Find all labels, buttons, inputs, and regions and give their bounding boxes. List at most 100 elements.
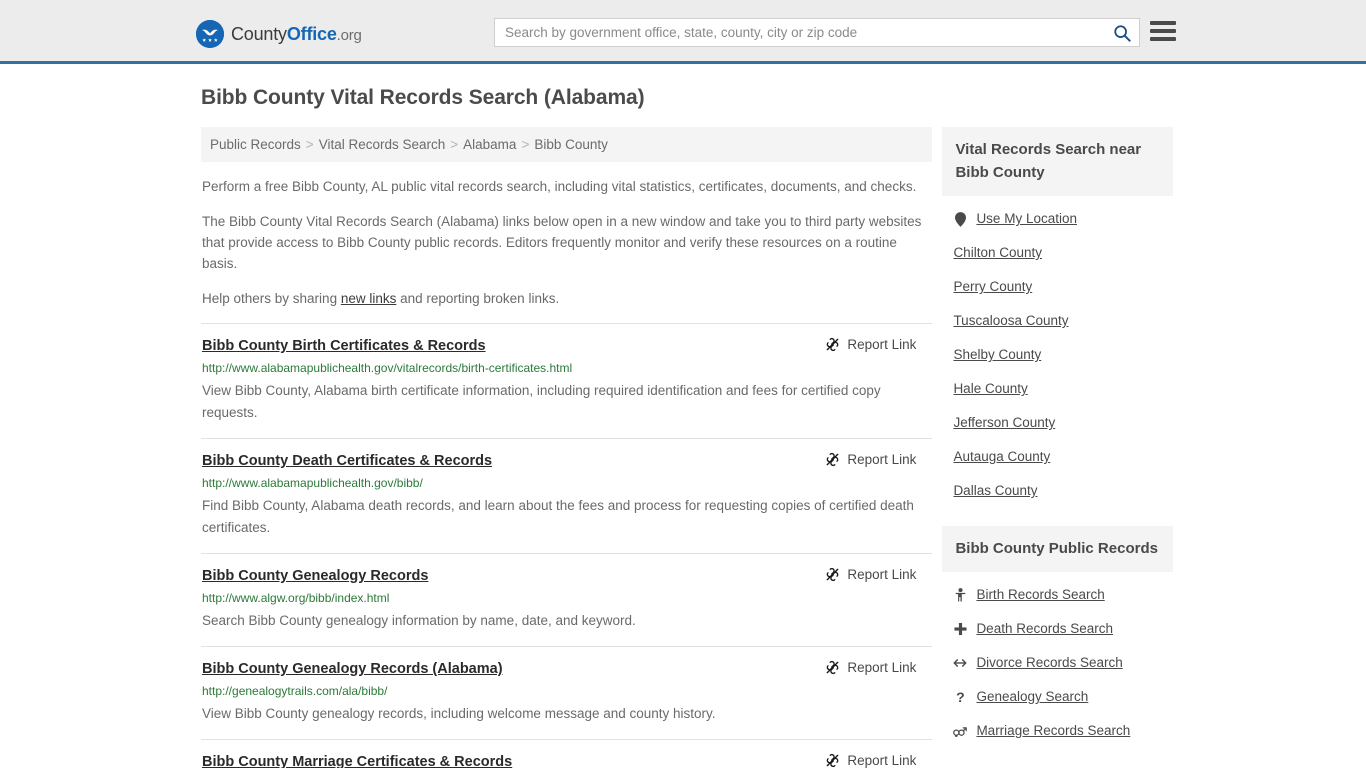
sidebar-link-label[interactable]: Autauga County <box>953 449 1050 465</box>
page-title: Bibb County Vital Records Search (Alabam… <box>201 86 645 109</box>
sidebar-link-label[interactable]: Perry County <box>953 279 1032 295</box>
intro-paragraph-3: Help others by sharing new links and rep… <box>201 288 932 309</box>
intro-text: Perform a free Bibb County, AL public vi… <box>201 176 932 309</box>
sidebar-link-label[interactable]: Birth Records Search <box>976 587 1104 603</box>
site-logo[interactable]: CountyOffice.org <box>196 20 362 48</box>
breadcrumb-item-alabama[interactable]: Alabama <box>463 137 516 152</box>
breadcrumb-separator: > <box>450 137 459 152</box>
sidebar-link-label[interactable]: Hale County <box>953 381 1027 397</box>
sidebar-item-dallas-county[interactable]: Dallas County <box>942 474 1173 508</box>
breadcrumb-item-vital-records-search[interactable]: Vital Records Search <box>319 137 446 152</box>
sidebar-link-label[interactable]: Use My Location <box>976 211 1077 227</box>
baby-icon <box>953 588 967 602</box>
breadcrumb-item-public-records[interactable]: Public Records <box>210 137 301 152</box>
sidebar-item-birth-records-search[interactable]: Birth Records Search <box>942 578 1173 612</box>
result-description: Find Bibb County, Alabama death records,… <box>202 498 914 535</box>
sidebar-item-tuscaloosa-county[interactable]: Tuscaloosa County <box>942 304 1173 338</box>
breadcrumb-separator: > <box>521 137 530 152</box>
sidebar-item-perry-county[interactable]: Perry County <box>942 270 1173 304</box>
eagle-shield-icon <box>196 20 224 48</box>
sidebar-item-marriage-records-search[interactable]: Marriage Records Search <box>942 714 1173 748</box>
sidebar-nearby-box: Vital Records Search near Bibb County Us… <box>942 127 1173 508</box>
result-url[interactable]: http://www.alabamapublichealth.gov/vital… <box>202 361 932 376</box>
intro-p3-after: and reporting broken links. <box>396 291 560 306</box>
sidebar-item-autauga-county[interactable]: Autauga County <box>942 440 1173 474</box>
result-item: Bibb County Genealogy Records (Alabama) … <box>201 646 933 739</box>
sidebar-nearby-list: Use My Location Chilton County Perry Cou… <box>942 196 1173 508</box>
breadcrumb-separator: > <box>305 137 314 152</box>
result-item: Bibb County Marriage Certificates & Reco… <box>201 739 933 768</box>
result-title-link[interactable]: Bibb County Genealogy Records <box>202 567 428 585</box>
sidebar-link-label[interactable]: Marriage Records Search <box>976 723 1130 739</box>
report-link-label: Report Link <box>847 753 917 768</box>
search-icon <box>1114 24 1131 42</box>
left-right-arrow-icon <box>953 657 967 669</box>
report-link-label: Report Link <box>847 337 917 352</box>
search-button[interactable] <box>1105 19 1139 46</box>
sidebar-public-records-box: Bibb County Public Records Birth Records… <box>942 526 1173 748</box>
logo-text-org: .org <box>336 26 362 44</box>
logo-text-county: County <box>231 23 287 44</box>
report-link-label: Report Link <box>847 660 917 675</box>
result-description: View Bibb County, Alabama birth certific… <box>202 383 881 420</box>
result-title-link[interactable]: Bibb County Marriage Certificates & Reco… <box>202 753 512 768</box>
broken-link-icon <box>827 452 839 467</box>
sidebar-item-divorce-records-search[interactable]: Divorce Records Search <box>942 646 1173 680</box>
search-bar[interactable] <box>494 18 1140 47</box>
report-link-button[interactable]: Report Link <box>825 337 916 352</box>
logo-text-office: Office <box>286 23 337 44</box>
sidebar-link-label[interactable]: Dallas County <box>953 483 1037 499</box>
sidebar: Vital Records Search near Bibb County Us… <box>942 127 1173 766</box>
hamburger-menu-icon[interactable] <box>1150 18 1176 44</box>
result-description: Search Bibb County genealogy information… <box>202 613 636 628</box>
result-title-link[interactable]: Bibb County Birth Certificates & Records <box>202 337 486 355</box>
report-link-button[interactable]: Report Link <box>825 753 916 768</box>
intro-p3-before: Help others by sharing <box>202 291 341 306</box>
result-title-link[interactable]: Bibb County Genealogy Records (Alabama) <box>202 660 503 678</box>
broken-link-icon <box>827 753 839 768</box>
result-url[interactable]: http://www.algw.org/bibb/index.html <box>202 591 932 606</box>
broken-link-icon <box>827 660 839 675</box>
sidebar-link-label[interactable]: Shelby County <box>953 347 1041 363</box>
result-item: Bibb County Genealogy Records Report Lin… <box>201 553 933 646</box>
sidebar-link-label[interactable]: Jefferson County <box>953 415 1055 431</box>
result-description: View Bibb County genealogy records, incl… <box>202 706 716 721</box>
report-link-button[interactable]: Report Link <box>825 452 916 467</box>
sidebar-link-label[interactable]: Genealogy Search <box>976 689 1088 705</box>
question-mark-icon: ? <box>956 689 965 705</box>
map-pin-icon <box>953 211 967 227</box>
new-links-link[interactable]: new links <box>341 291 397 306</box>
sidebar-item-hale-county[interactable]: Hale County <box>942 372 1173 406</box>
result-url[interactable]: http://genealogytrails.com/ala/bibb/ <box>202 684 932 699</box>
report-link-button[interactable]: Report Link <box>825 567 916 582</box>
sidebar-link-label[interactable]: Divorce Records Search <box>976 655 1122 671</box>
result-url[interactable]: http://www.alabamapublichealth.gov/bibb/ <box>202 476 932 491</box>
broken-link-icon <box>827 567 839 582</box>
breadcrumb: Public Records > Vital Records Search > Alab… <box>201 127 933 162</box>
sidebar-public-records-heading: Bibb County Public Records <box>942 526 1173 572</box>
page-body: Bibb County Vital Records Search (Alabam… <box>0 64 1366 768</box>
sidebar-link-label[interactable]: Tuscaloosa County <box>953 313 1068 329</box>
intro-paragraph-2: The Bibb County Vital Records Search (Al… <box>202 214 922 271</box>
report-link-label: Report Link <box>847 567 917 582</box>
intro-paragraph-1: Perform a free Bibb County, AL public vi… <box>202 179 917 194</box>
logo-text: CountyOffice.org <box>231 24 362 45</box>
sidebar-link-label[interactable]: Death Records Search <box>976 621 1113 637</box>
sidebar-link-label[interactable]: Chilton County <box>953 245 1042 261</box>
sidebar-item-shelby-county[interactable]: Shelby County <box>942 338 1173 372</box>
broken-link-icon <box>827 337 839 352</box>
result-item: Bibb County Birth Certificates & Records… <box>201 323 933 438</box>
sidebar-item-jefferson-county[interactable]: Jefferson County <box>942 406 1173 440</box>
sidebar-item-chilton-county[interactable]: Chilton County <box>942 236 1173 270</box>
main-content: Public Records > Vital Records Search > Alab… <box>201 127 933 768</box>
search-input[interactable] <box>495 19 1105 46</box>
sidebar-public-records-list: Birth Records Search Death Records Searc… <box>942 572 1173 748</box>
sidebar-nearby-heading: Vital Records Search near Bibb County <box>942 127 1173 196</box>
sidebar-item-use-my-location[interactable]: Use My Location <box>942 202 1173 236</box>
cross-icon <box>953 622 967 636</box>
report-link-button[interactable]: Report Link <box>825 660 916 675</box>
report-link-label: Report Link <box>847 452 917 467</box>
sidebar-item-death-records-search[interactable]: Death Records Search <box>942 612 1173 646</box>
sidebar-item-genealogy-search[interactable]: ? Genealogy Search <box>942 680 1173 714</box>
result-title-link[interactable]: Bibb County Death Certificates & Records <box>202 452 492 470</box>
